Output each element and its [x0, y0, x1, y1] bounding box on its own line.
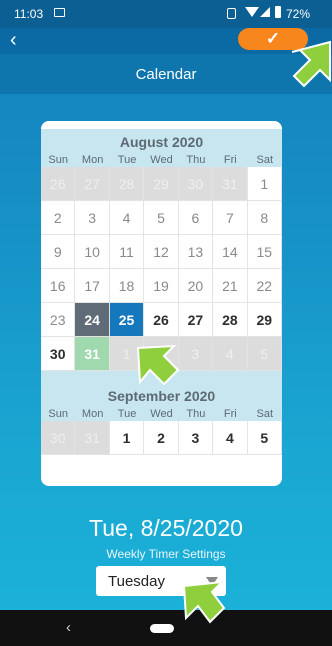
day-cell[interactable]: 4 [109, 201, 145, 235]
september-grid: 30 31 1 2 3 4 5 [41, 421, 282, 455]
battery-icon [275, 6, 281, 18]
day-cell[interactable]: 28 [213, 303, 248, 337]
day-cell[interactable]: 5 [247, 337, 282, 371]
day-cell[interactable]: 1 [247, 167, 282, 201]
pointer-arrow-icon [182, 580, 226, 624]
selected-day-cell[interactable]: 25 [109, 303, 145, 337]
day-cell[interactable]: 4 [213, 421, 248, 455]
signal-icon [260, 7, 270, 17]
pointer-arrow-icon [136, 344, 180, 386]
month-title: September 2020 [41, 385, 282, 407]
weekday-label: Wed [150, 154, 173, 166]
day-cell[interactable]: 8 [247, 201, 282, 235]
day-cell[interactable]: 19 [144, 269, 179, 303]
day-cell[interactable]: 3 [178, 337, 214, 371]
day-cell[interactable]: 11 [109, 235, 145, 269]
weekday-label: Mon [81, 154, 104, 166]
image-notification-icon [54, 8, 65, 17]
weekday-label: Thu [186, 154, 206, 166]
battery-percent: 72% [286, 7, 311, 21]
weekly-timer-label: Weekly Timer Settings [106, 547, 226, 561]
day-cell[interactable]: 21 [213, 269, 248, 303]
day-cell[interactable]: 12 [144, 235, 179, 269]
day-cell[interactable]: 17 [75, 269, 110, 303]
title-bar: Calendar [0, 54, 332, 94]
weekday-label: Tue [117, 408, 137, 420]
weekday-label: Fri [223, 154, 237, 166]
today-day-cell[interactable]: 24 [75, 303, 110, 337]
day-cell[interactable]: 14 [213, 235, 248, 269]
day-cell[interactable]: 9 [41, 235, 76, 269]
weekday-label: Sat [256, 154, 273, 166]
day-cell[interactable]: 31 [75, 421, 110, 455]
day-cell[interactable]: 2 [144, 421, 179, 455]
status-time: 11:03 [14, 7, 44, 21]
day-cell[interactable]: 3 [178, 421, 214, 455]
day-cell[interactable]: 13 [178, 235, 214, 269]
back-button[interactable]: ‹ [10, 30, 34, 52]
day-cell[interactable]: 30 [41, 337, 76, 371]
day-cell[interactable]: 18 [109, 269, 145, 303]
day-cell[interactable]: 5 [144, 201, 179, 235]
day-cell[interactable]: 22 [247, 269, 282, 303]
wifi-icon [245, 7, 259, 17]
day-cell[interactable]: 7 [213, 201, 248, 235]
day-cell[interactable]: 10 [75, 235, 110, 269]
day-cell[interactable]: 2 [41, 201, 76, 235]
day-cell[interactable]: 29 [144, 167, 179, 201]
app-screen: 11:03 72% ‹ ✓ Calendar August 2020 Sun M… [0, 0, 332, 646]
day-cell[interactable]: 16 [41, 269, 76, 303]
status-bar: 11:03 72% [0, 0, 332, 28]
day-cell[interactable]: 31 [213, 167, 248, 201]
highlighted-day-cell[interactable]: 31 [75, 337, 110, 371]
day-cell[interactable]: 29 [247, 303, 282, 337]
day-cell[interactable]: 20 [178, 269, 214, 303]
day-cell[interactable]: 6 [178, 201, 214, 235]
calendar-card: August 2020 Sun Mon Tue Wed Thu Fri Sat … [41, 121, 282, 486]
selected-date-label: Tue, 8/25/2020 [89, 515, 243, 541]
weekday-label: Tue [117, 154, 137, 166]
nav-home-button[interactable] [150, 624, 174, 633]
weekday-label: Mon [81, 408, 104, 420]
day-cell[interactable]: 27 [75, 167, 110, 201]
month-title: August 2020 [41, 129, 282, 153]
nav-back-button[interactable]: ‹ [66, 619, 71, 636]
weekday-header: Sun Mon Tue Wed Thu Fri Sat [41, 153, 282, 167]
august-grid: 26 27 28 29 30 31 1 2 3 4 5 6 7 8 9 10 1… [41, 167, 282, 371]
weekday-header: Sun Mon Tue Wed Thu Fri Sat [41, 407, 282, 421]
day-cell[interactable]: 30 [41, 421, 76, 455]
page-title: Calendar [135, 66, 197, 83]
day-cell[interactable]: 3 [75, 201, 110, 235]
day-cell[interactable]: 1 [109, 421, 145, 455]
day-cell[interactable]: 23 [41, 303, 76, 337]
day-cell[interactable]: 27 [178, 303, 214, 337]
day-cell[interactable]: 15 [247, 235, 282, 269]
weekday-label: Sun [48, 408, 68, 420]
day-cell[interactable]: 28 [109, 167, 145, 201]
system-nav-bar: ‹ [0, 610, 332, 646]
pointer-arrow-icon [291, 40, 331, 88]
weekday-label: Sun [48, 154, 68, 166]
day-cell[interactable]: 30 [178, 167, 214, 201]
day-cell[interactable]: 4 [213, 337, 248, 371]
vibrate-icon [227, 8, 236, 19]
day-cell[interactable]: 5 [247, 421, 282, 455]
day-cell[interactable]: 26 [41, 167, 76, 201]
weekday-label: Sat [256, 408, 273, 420]
weekday-label: Wed [150, 408, 173, 420]
weekday-label: Fri [223, 408, 237, 420]
weekday-label: Thu [186, 408, 206, 420]
day-cell[interactable]: 26 [144, 303, 179, 337]
dropdown-value: Tuesday [108, 573, 165, 590]
